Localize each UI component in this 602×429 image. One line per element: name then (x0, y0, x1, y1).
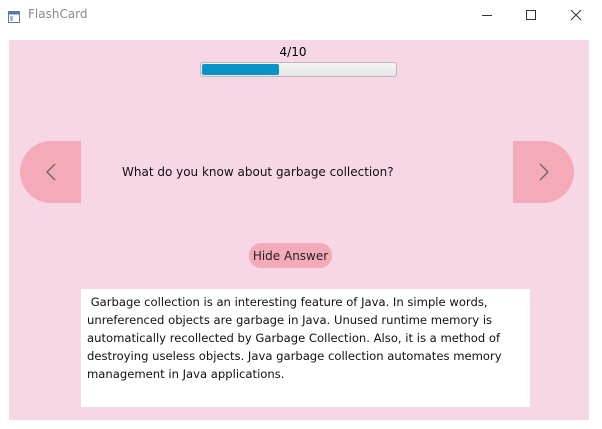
card-counter: 4/10 (279, 45, 307, 59)
close-button[interactable] (553, 0, 599, 30)
maximize-button[interactable] (508, 0, 554, 30)
close-icon (570, 9, 582, 21)
app-window-icon (8, 8, 20, 23)
title-bar[interactable]: FlashCard (0, 0, 602, 30)
previous-card-button[interactable] (20, 141, 81, 203)
question-text: What do you know about garbage collectio… (122, 165, 394, 179)
window-title: FlashCard (28, 7, 88, 21)
chevron-left-icon (45, 163, 55, 181)
maximize-icon (526, 10, 536, 20)
next-card-button[interactable] (513, 141, 574, 203)
hide-answer-button[interactable]: Hide Answer (249, 243, 332, 268)
progress-bar (200, 62, 397, 77)
minimize-icon (482, 15, 492, 16)
flashcard-panel: 4/10 What do you know about garbage coll… (9, 40, 589, 420)
chevron-right-icon (539, 163, 549, 181)
progress-bar-fill (202, 64, 279, 75)
answer-text-area[interactable]: Garbage collection is an interesting fea… (81, 289, 530, 407)
minimize-button[interactable] (464, 0, 510, 30)
flashcard-window: FlashCard 4/10 What do you know about ga… (0, 0, 602, 429)
